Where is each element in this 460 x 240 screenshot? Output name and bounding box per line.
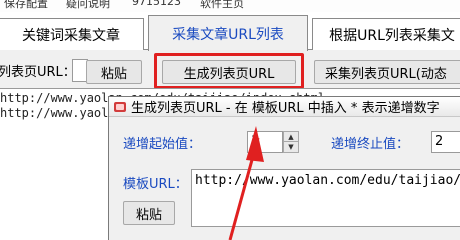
start-value-input[interactable]: 1 xyxy=(247,131,283,153)
spin-up-icon[interactable]: ▲ xyxy=(284,132,298,142)
dialog-titlebar[interactable]: 生成列表页URL - 在 模板URL 中插入 * 表示递增数字 xyxy=(109,97,460,117)
template-url-input[interactable]: http://www.yaolan.com/edu/taijiao/ xyxy=(191,169,460,227)
end-value-label: 递增终止值： xyxy=(331,137,410,152)
start-value-spinner[interactable]: ▲ ▼ xyxy=(283,131,299,153)
app-icon xyxy=(113,100,127,114)
tab-collect-url-list[interactable]: 采集文章URL列表 xyxy=(148,15,308,51)
menu-item-homepage[interactable]: 软件主页 xyxy=(200,0,244,11)
start-value-label: 递增起始值： xyxy=(123,137,202,152)
template-url-label: 模板URL： xyxy=(123,177,188,192)
tab-collect-by-url-list[interactable]: 根据URL列表采集文 xyxy=(312,18,460,50)
generate-url-dialog: 生成列表页URL - 在 模板URL 中插入 * 表示递增数字 递增起始值： 1… xyxy=(108,96,460,240)
end-value-input[interactable]: 2 xyxy=(431,131,460,153)
dialog-paste-button[interactable]: 粘贴 xyxy=(123,201,175,225)
collect-list-url-button[interactable]: 采集列表页URL(动态 xyxy=(314,60,460,84)
list-page-url-label: 列表页URL： xyxy=(0,65,76,80)
menu-item-save-config[interactable]: 保存配置 xyxy=(4,0,48,11)
dialog-title: 生成列表页URL - 在 模板URL 中插入 * 表示递增数字 xyxy=(131,101,440,116)
top-menu-bar: 保存配置 疑问说明 9715123 软件主页 xyxy=(0,0,460,12)
paste-button[interactable]: 粘贴 xyxy=(86,60,142,84)
generate-list-url-button[interactable]: 生成列表页URL xyxy=(162,60,296,84)
tab-strip: 关键词采集文章 采集文章URL列表 根据URL列表采集文 xyxy=(0,12,460,51)
menu-item-help[interactable]: 疑问说明 xyxy=(66,0,110,11)
tab-keyword-collect[interactable]: 关键词采集文章 xyxy=(0,18,144,50)
menu-item-qq[interactable]: 9715123 xyxy=(132,0,181,8)
spin-down-icon[interactable]: ▼ xyxy=(284,142,298,152)
